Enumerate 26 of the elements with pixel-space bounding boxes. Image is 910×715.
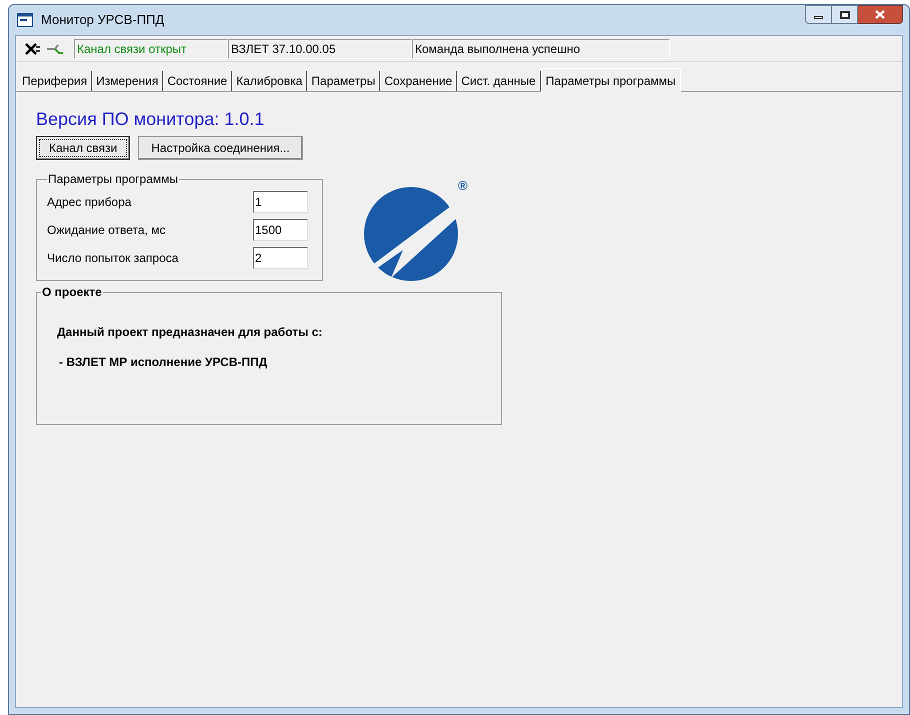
close-button[interactable]	[858, 5, 903, 24]
logo-icon	[363, 186, 459, 282]
window-title: Монитор УРСВ-ППД	[41, 11, 164, 30]
status-field: ВЗЛЕТ 37.10.00.05	[228, 38, 412, 58]
action-button[interactable]: Канал связи	[36, 136, 130, 160]
status-field: Канал связи открыт	[74, 38, 228, 58]
tab[interactable]: Параметры программы	[540, 68, 681, 92]
field-label: Адрес прибора	[47, 194, 132, 211]
version-heading: Версия ПО монитора: 1.0.1	[36, 108, 266, 130]
window-icon	[17, 13, 33, 27]
action-button[interactable]: Настройка соединения...	[138, 136, 303, 160]
maximize-button[interactable]	[832, 5, 858, 24]
input-field[interactable]: 1500	[253, 219, 308, 241]
input-field[interactable]: 2	[253, 247, 308, 269]
minimize-button[interactable]	[805, 5, 832, 24]
about-text: Данный проект предназначен для работы с:	[57, 324, 324, 341]
field-label: Ожидание ответа, мс	[47, 222, 166, 239]
about-text: - ВЗЛЕТ МР исполнение УРСВ-ППД	[58, 354, 268, 371]
close-icon	[875, 10, 885, 19]
input-field[interactable]: 1	[253, 191, 308, 213]
registered-mark: ®	[458, 177, 468, 195]
group-title: Параметры программы	[47, 171, 179, 188]
field-label: Число попыток запроса	[47, 250, 178, 267]
group-title: О проекте	[41, 284, 103, 301]
disconnect-icon[interactable]	[24, 42, 42, 56]
status-field: Команда выполнена успешно	[412, 38, 670, 58]
